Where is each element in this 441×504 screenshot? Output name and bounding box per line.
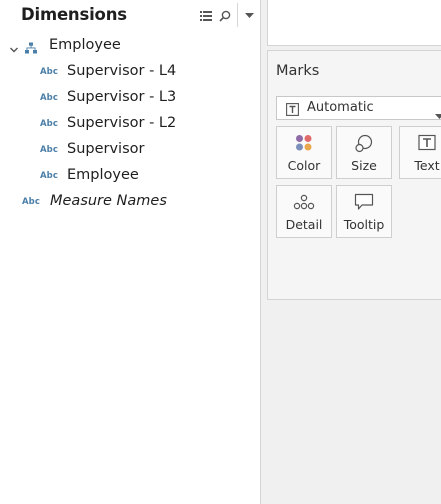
string-type-badge: Abc — [40, 67, 59, 77]
string-type-badge: Abc — [40, 119, 59, 129]
mark-type-label: Automatic — [307, 100, 374, 115]
size-button[interactable]: Size — [336, 126, 392, 179]
hierarchy-icon — [25, 39, 37, 58]
tooltip-speech-icon — [337, 193, 391, 213]
field-supervisor-l3[interactable]: Abc Supervisor - L3 — [0, 85, 258, 111]
hierarchy-employee[interactable]: Employee — [0, 33, 258, 59]
tooltip-button[interactable]: Tooltip — [336, 185, 392, 238]
detail-button[interactable]: Detail — [276, 185, 332, 238]
text-box-icon — [286, 101, 299, 120]
text-button[interactable]: Text — [399, 126, 441, 179]
tableau-worksheet-panel: Dimensions Employee Abc Supervisor - L4 … — [0, 0, 441, 504]
field-label: Supervisor - L4 — [67, 63, 177, 79]
list-view-icon[interactable] — [198, 8, 214, 24]
hierarchy-label: Employee — [49, 37, 121, 53]
dropdown-arrow-icon[interactable] — [241, 8, 257, 24]
marks-title: Marks — [276, 63, 320, 79]
field-label: Supervisor - L2 — [67, 115, 177, 131]
field-supervisor[interactable]: Abc Supervisor — [0, 137, 258, 163]
shelves-pane: Marks Automatic Color Size Text Detail T… — [261, 0, 441, 504]
chevron-down-icon[interactable] — [9, 40, 19, 53]
size-label: Size — [351, 158, 377, 173]
mark-type-dropdown[interactable]: Automatic — [276, 96, 441, 120]
dimensions-header: Dimensions — [0, 0, 260, 32]
search-icon[interactable] — [217, 8, 233, 24]
dimensions-title: Dimensions — [21, 5, 127, 24]
field-label: Supervisor - L3 — [67, 89, 177, 105]
field-supervisor-l2[interactable]: Abc Supervisor - L2 — [0, 111, 258, 137]
string-type-badge: Abc — [40, 171, 59, 181]
field-label: Supervisor — [67, 141, 145, 157]
marks-card: Marks Automatic Color Size Text Detail T… — [267, 50, 441, 300]
pages-shelf[interactable] — [267, 0, 441, 46]
field-employee[interactable]: Abc Employee — [0, 163, 258, 189]
header-separator — [237, 3, 238, 27]
field-label: Employee — [67, 167, 139, 183]
color-dots-icon — [277, 134, 331, 154]
text-label: Text — [414, 158, 440, 173]
string-type-badge: Abc — [22, 197, 41, 207]
tooltip-label: Tooltip — [343, 217, 385, 232]
field-supervisor-l4[interactable]: Abc Supervisor - L4 — [0, 59, 258, 85]
chevron-down-icon — [435, 105, 441, 124]
field-measure-names[interactable]: Abc Measure Names — [0, 189, 258, 215]
string-type-badge: Abc — [40, 93, 59, 103]
color-button[interactable]: Color — [276, 126, 332, 179]
text-icon — [400, 134, 441, 154]
field-label: Measure Names — [50, 193, 167, 209]
color-label: Color — [287, 158, 321, 173]
detail-label: Detail — [285, 217, 323, 232]
data-pane: Dimensions Employee Abc Supervisor - L4 … — [0, 0, 260, 504]
detail-dots-icon — [277, 193, 331, 213]
string-type-badge: Abc — [40, 145, 59, 155]
size-circles-icon — [337, 134, 391, 154]
